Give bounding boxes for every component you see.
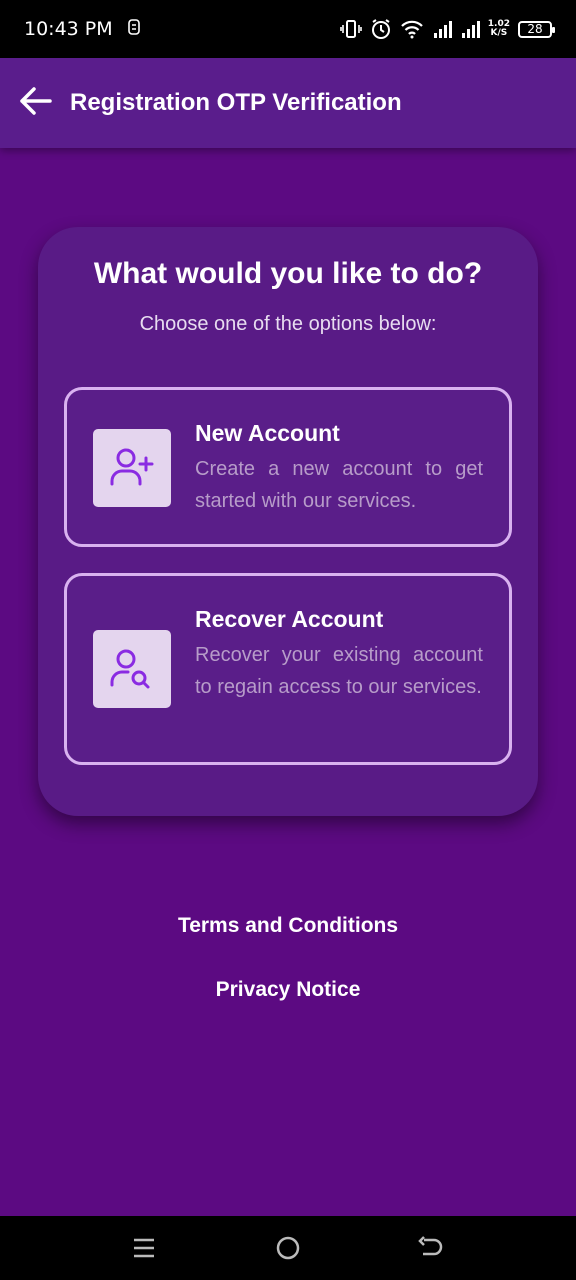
net-speed-unit: K/S [490, 28, 508, 38]
options-card: What would you like to do? Choose one of… [38, 227, 538, 816]
arrow-left-icon [18, 86, 52, 121]
menu-icon [132, 1237, 156, 1264]
user-plus-icon [93, 429, 171, 507]
vibrate-icon [339, 19, 362, 39]
user-search-icon [93, 630, 171, 708]
recover-account-option[interactable]: Recover Account Recover your existing ac… [64, 573, 512, 765]
option-description: Recover your existing account to regain … [195, 644, 483, 698]
signal-icon [460, 19, 480, 39]
status-icons: 1.02 K/S 28 [339, 18, 555, 40]
status-bar: 10:43 PM 1.02 K/S 28 [0, 0, 576, 58]
nav-back-button[interactable] [417, 1235, 445, 1265]
menu-button[interactable] [130, 1236, 158, 1264]
battery-icon: 28 [518, 20, 555, 38]
new-account-option[interactable]: New Account Create a new account to get … [64, 387, 512, 547]
battery-level: 28 [527, 21, 543, 36]
option-description: Create a new account to get started with… [195, 458, 483, 512]
signal-icon [432, 19, 452, 39]
option-title: Recover Account [195, 606, 384, 632]
card-title: What would you like to do? [93, 257, 483, 290]
home-icon [275, 1235, 301, 1266]
terms-link[interactable]: Terms and Conditions [0, 914, 576, 938]
option-title: New Account [195, 420, 340, 446]
back-button[interactable] [0, 58, 70, 148]
net-speed: 1.02 K/S [488, 20, 510, 38]
card-subtitle: Choose one of the options below: [139, 313, 437, 335]
new-account-text: New Account Create a new account to get … [195, 420, 483, 517]
system-nav-bar [0, 1216, 576, 1280]
sync-icon [127, 18, 141, 40]
status-time: 10:43 PM [24, 18, 113, 40]
home-button[interactable] [274, 1236, 302, 1264]
privacy-link[interactable]: Privacy Notice [0, 978, 576, 1002]
app-bar: Registration OTP Verification [0, 58, 576, 148]
wifi-icon [400, 19, 424, 39]
recover-account-text: Recover Account Recover your existing ac… [195, 606, 483, 703]
alarm-icon [370, 18, 392, 40]
back-icon [418, 1235, 444, 1265]
page-title: Registration OTP Verification [70, 89, 402, 116]
